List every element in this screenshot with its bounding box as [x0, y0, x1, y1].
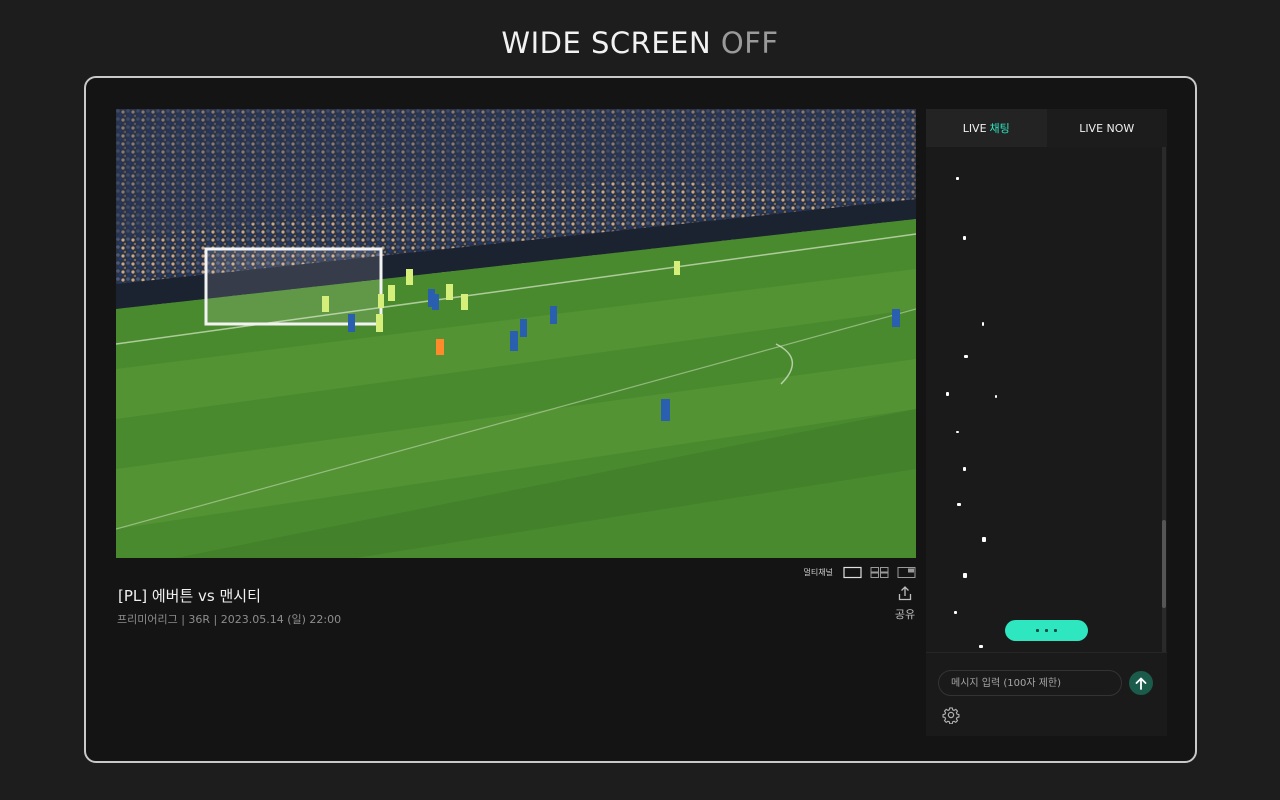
chat-message-input[interactable] [938, 670, 1122, 696]
new-message-button[interactable] [1005, 620, 1088, 641]
chat-message-list[interactable] [926, 147, 1167, 652]
chat-message-fragment [956, 431, 959, 433]
chat-message-fragment [979, 645, 983, 648]
chat-message-fragment [963, 573, 967, 578]
chat-message-fragment [954, 611, 957, 614]
tab-live-now[interactable]: LIVE NOW [1046, 109, 1167, 147]
chat-message-fragment [946, 392, 949, 396]
tab-live-chat-accent: 채팅 [989, 122, 1010, 135]
chat-message-fragment [964, 355, 968, 358]
chat-message-fragment [956, 177, 959, 180]
chat-scroll-thumb[interactable] [1162, 520, 1166, 608]
share-icon [898, 586, 912, 601]
match-title: [PL] 에버튼 vs 맨시티 [118, 587, 261, 605]
tab-live-chat-prefix: LIVE [962, 121, 987, 135]
arrow-up-icon [1135, 677, 1147, 690]
multichannel-label: 멀티채널 [803, 567, 833, 577]
video-frame-soccer-match [116, 109, 916, 558]
wide-screen-state: OFF [720, 26, 779, 60]
wide-screen-label: WIDE SCREEN [501, 26, 712, 60]
video-player[interactable] [116, 109, 916, 558]
tab-live-chat[interactable]: LIVE 채팅 [926, 109, 1047, 147]
chat-message-fragment [963, 236, 966, 240]
tab-live-now-label: LIVE NOW [1079, 121, 1135, 135]
single-layout-icon[interactable] [843, 566, 862, 579]
share-label: 공유 [894, 608, 916, 621]
wide-screen-toggle[interactable]: WIDE SCREEN OFF [0, 26, 1280, 60]
view-controls: 멀티채널 [800, 565, 916, 579]
match-meta: 프리미어리그 | 36R | 2023.05.14 (일) 22:00 [117, 613, 342, 626]
pip-layout-icon[interactable] [897, 566, 916, 579]
send-button[interactable] [1129, 671, 1153, 695]
quad-layout-icon[interactable] [870, 566, 889, 579]
share-button[interactable]: 공유 [891, 586, 919, 622]
chat-message-fragment [982, 322, 984, 326]
chat-panel: LIVE 채팅 LIVE NOW [926, 109, 1167, 736]
chat-message-fragment [982, 537, 986, 542]
chat-composer [926, 652, 1167, 736]
gear-icon [942, 707, 960, 725]
chat-message-fragment [963, 467, 966, 471]
chat-message-fragment [995, 395, 997, 398]
chat-tabs: LIVE 채팅 LIVE NOW [926, 109, 1167, 147]
chat-settings-button[interactable] [942, 706, 960, 725]
chat-message-fragment [957, 503, 961, 506]
